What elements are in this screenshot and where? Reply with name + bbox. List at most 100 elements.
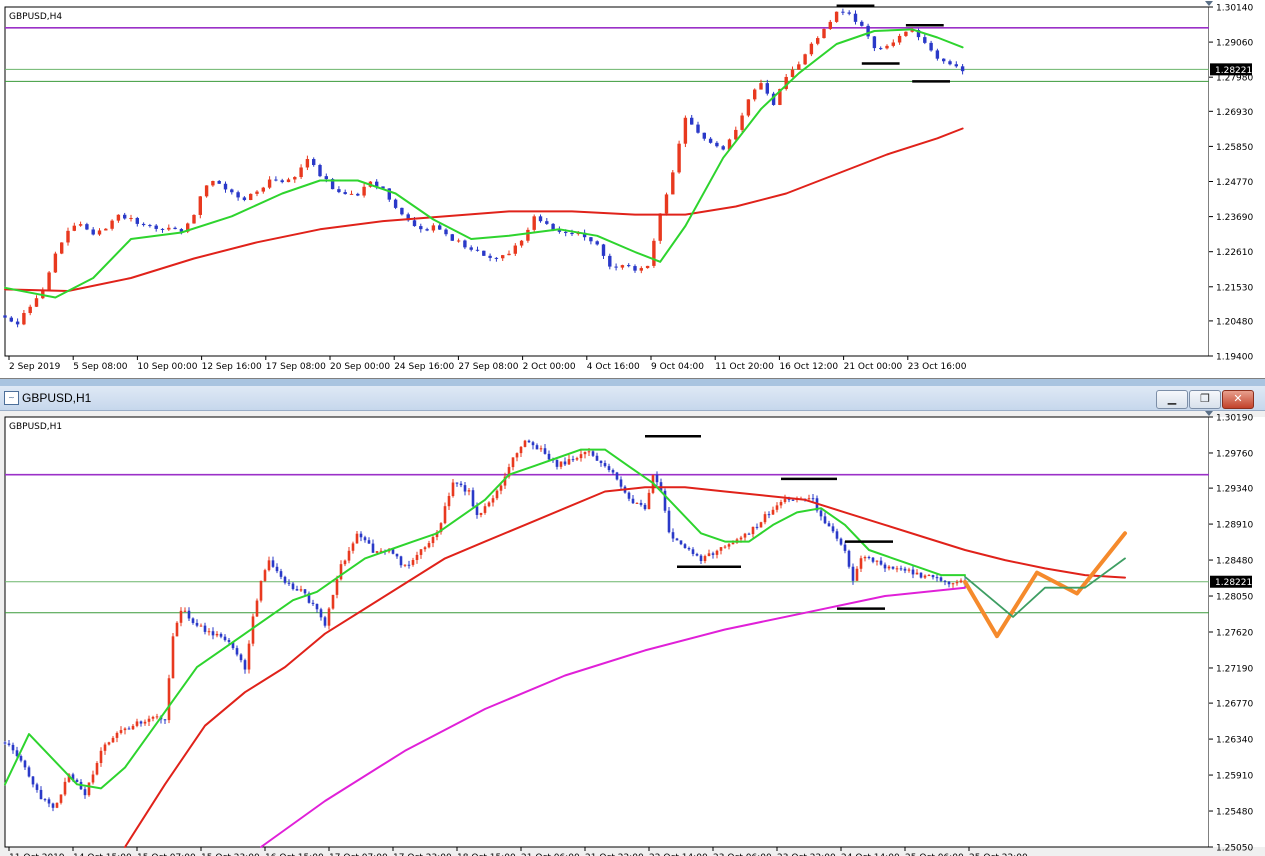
- candle-body: [411, 560, 415, 565]
- candle-body: [261, 187, 265, 192]
- candle-body: [104, 228, 108, 231]
- y-tick-label: 1.20480: [1216, 317, 1253, 327]
- x-tick-label: 23 Oct 16:00: [908, 362, 967, 372]
- candle-body: [527, 440, 531, 443]
- candle-body: [683, 117, 688, 144]
- current-price-label: 1.28221: [1215, 66, 1252, 76]
- candle-body: [400, 207, 404, 215]
- candle-body: [519, 446, 523, 454]
- chart-window-icon: ~: [4, 391, 19, 405]
- y-tick-label: 1.26340: [1216, 736, 1253, 746]
- candle-body: [31, 776, 35, 785]
- candle-body: [555, 459, 559, 467]
- candle-body: [227, 640, 231, 642]
- candle-body: [456, 240, 461, 242]
- candle-body: [362, 186, 366, 196]
- candle-body: [601, 244, 606, 256]
- candle-body: [51, 803, 55, 808]
- x-tick-label: 11 Oct 20:00: [715, 362, 774, 372]
- candle-body: [251, 616, 255, 644]
- chart-window-h4[interactable]: GBPUSD,H4 1.30140 1.29060 1.27980 1.26930 1.2…: [0, 0, 1265, 379]
- candle-body: [431, 225, 436, 231]
- candle-body: [603, 463, 607, 467]
- candle-body: [447, 496, 451, 507]
- candle-body: [154, 225, 158, 229]
- candle-body: [455, 482, 459, 484]
- candle-body: [323, 617, 327, 626]
- candle-body: [198, 196, 202, 215]
- candle-body: [532, 216, 536, 230]
- x-tick-label: 10 Sep 00:00: [137, 362, 197, 372]
- candle-body: [935, 577, 939, 579]
- candle-body: [19, 756, 23, 761]
- candle-body: [715, 142, 719, 147]
- candle-body: [211, 181, 215, 186]
- candle-body: [339, 564, 343, 580]
- candle-body: [199, 625, 203, 627]
- shift-marker-icon: [1205, 411, 1213, 416]
- candle-body: [759, 83, 763, 90]
- candle-body: [211, 631, 215, 636]
- candle-body: [87, 782, 91, 796]
- candle-body: [483, 506, 487, 513]
- candle-body: [412, 220, 417, 227]
- candle-body: [141, 223, 146, 226]
- candle-body: [719, 547, 723, 551]
- candle-body: [349, 193, 354, 195]
- candle-body: [734, 129, 738, 140]
- h1-chart-svg[interactable]: GBPUSD,H1 1.30190 1.29760 1.29340 1.28910 1.2…: [0, 410, 1265, 856]
- candle-body: [551, 223, 555, 230]
- candle-body: [614, 266, 618, 268]
- candle-body: [463, 485, 467, 492]
- current-price-label: 1.28221: [1215, 578, 1252, 588]
- candle-body: [645, 265, 650, 269]
- candle-body: [267, 179, 272, 188]
- candle-body: [951, 583, 955, 585]
- minimize-button[interactable]: ▁: [1156, 390, 1188, 409]
- candle-body: [708, 138, 713, 143]
- x-tick-label: 20 Sep 00:00: [330, 362, 390, 372]
- candle-body: [75, 779, 79, 782]
- y-tick-label: 1.25050: [1216, 844, 1253, 854]
- candle-body: [482, 250, 486, 256]
- candle-body: [375, 551, 379, 553]
- candle-body: [463, 240, 467, 248]
- candle-body: [299, 589, 303, 591]
- candle-body: [249, 193, 253, 201]
- candle-body: [223, 183, 228, 190]
- candle-body: [23, 760, 27, 768]
- candle-body: [173, 227, 177, 230]
- restore-button[interactable]: ❐: [1189, 390, 1221, 409]
- candle-body: [59, 794, 63, 803]
- candle-body: [78, 224, 83, 226]
- y-tick-label: 1.23690: [1216, 213, 1253, 223]
- x-tick-label: 4 Oct 16:00: [587, 362, 640, 372]
- shift-marker-icon: [1205, 1, 1213, 6]
- candle-body: [807, 498, 811, 500]
- candle-body: [91, 774, 95, 783]
- candle-body: [247, 643, 251, 670]
- candle-body: [907, 569, 911, 571]
- candle-body: [479, 512, 483, 515]
- candle-body: [619, 479, 623, 487]
- candle-body: [187, 610, 191, 619]
- candle-body: [242, 197, 247, 201]
- window-titlebar[interactable]: ~ GBPUSD,H1 ▁ ❐ ✕: [0, 386, 1265, 411]
- chart-window-h1[interactable]: ~ GBPUSD,H1 ▁ ❐ ✕ GBPUSD,H1 1.30190 1.2976…: [0, 386, 1265, 856]
- candle-body: [691, 549, 695, 554]
- close-button[interactable]: ✕: [1222, 390, 1254, 409]
- candle-body: [431, 537, 435, 544]
- candle-body: [111, 737, 115, 743]
- candle-body: [791, 499, 795, 501]
- candle-body: [267, 560, 271, 571]
- candle-body: [923, 575, 927, 578]
- plot-frame: [4, 416, 1210, 848]
- candle-body: [699, 555, 703, 562]
- candle-body: [129, 217, 133, 219]
- candle-body: [647, 492, 651, 510]
- candle-body: [883, 564, 887, 569]
- candle-body: [855, 568, 859, 581]
- h4-chart-svg[interactable]: GBPUSD,H41.301401.290601.279801.269301.2…: [0, 0, 1265, 378]
- candle-body: [443, 506, 447, 524]
- candle-body: [847, 550, 851, 567]
